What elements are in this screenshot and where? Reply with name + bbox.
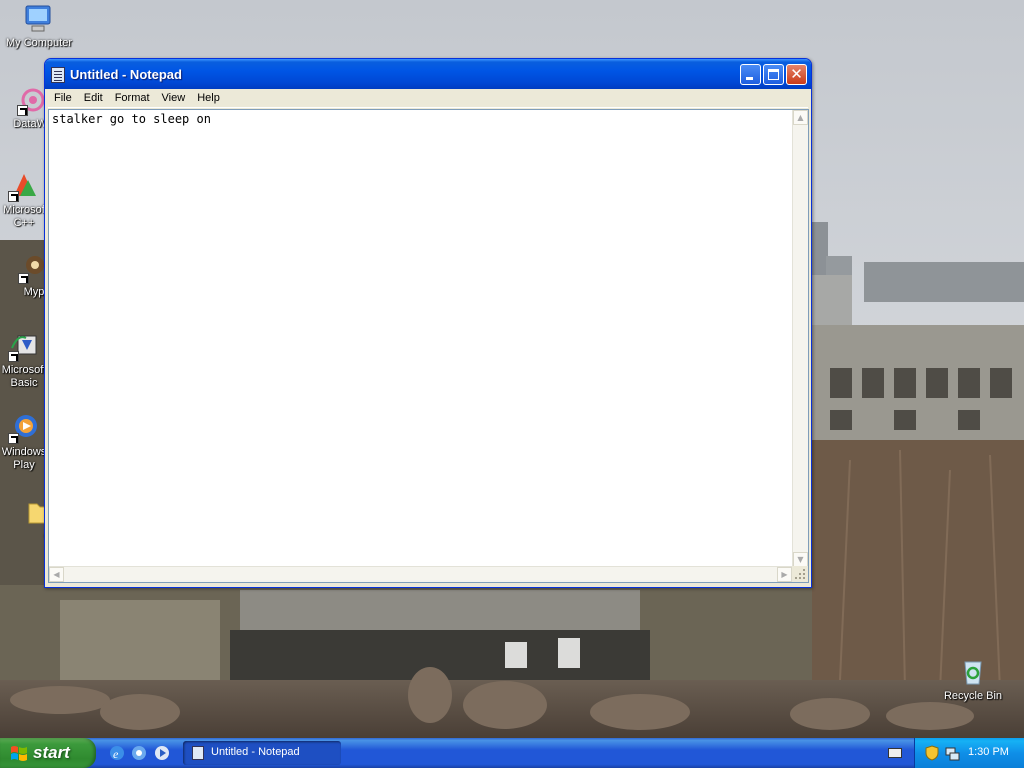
editor-content[interactable]: stalker go to sleep on bbox=[52, 112, 211, 126]
text-editor[interactable]: stalker go to sleep on ▲ ▼ ◀ ▶ bbox=[48, 109, 809, 583]
shortcut-arrow-icon bbox=[17, 105, 28, 116]
scroll-up-button[interactable]: ▲ bbox=[793, 110, 808, 125]
scroll-left-button[interactable]: ◀ bbox=[49, 567, 64, 582]
minimize-icon bbox=[746, 77, 753, 80]
desktop-icon-my-computer[interactable]: My Computer bbox=[2, 3, 76, 50]
shortcut-arrow-icon bbox=[18, 273, 29, 284]
system-tray: 1:30 PM bbox=[914, 738, 1024, 768]
maximize-button[interactable] bbox=[763, 64, 784, 85]
desktop-icon-label: Recycle Bin bbox=[943, 690, 1003, 702]
security-shield-icon[interactable] bbox=[924, 745, 940, 761]
menu-help[interactable]: Help bbox=[191, 90, 226, 107]
media-player-icon[interactable] bbox=[153, 744, 171, 762]
menu-view[interactable]: View bbox=[156, 90, 192, 107]
title-bar[interactable]: Untitled - Notepad ✕ bbox=[45, 59, 811, 89]
size-grip[interactable] bbox=[792, 566, 808, 582]
menu-bar: File Edit Format View Help bbox=[48, 89, 808, 108]
menu-edit[interactable]: Edit bbox=[78, 90, 109, 107]
window-title: Untitled - Notepad bbox=[70, 67, 182, 82]
vertical-scrollbar[interactable]: ▲ ▼ bbox=[792, 110, 808, 567]
horizontal-scrollbar[interactable]: ◀ ▶ bbox=[49, 566, 792, 582]
taskbar-button-notepad[interactable]: Untitled - Notepad bbox=[183, 741, 341, 765]
recycle-bin-icon bbox=[957, 656, 989, 688]
network-icon[interactable] bbox=[944, 745, 960, 761]
clock[interactable]: 1:30 PM bbox=[968, 746, 1009, 758]
start-button[interactable]: start bbox=[0, 738, 96, 768]
menu-format[interactable]: Format bbox=[109, 90, 156, 107]
outlook-express-icon[interactable] bbox=[130, 744, 148, 762]
taskbar-button-label: Untitled - Notepad bbox=[211, 746, 300, 758]
visual-basic-icon bbox=[8, 330, 40, 362]
shortcut-arrow-icon bbox=[8, 433, 19, 444]
menu-file[interactable]: File bbox=[48, 90, 78, 107]
desktop-icon-label: My Computer bbox=[5, 37, 73, 49]
windows-logo-icon bbox=[11, 746, 27, 761]
internet-explorer-icon[interactable]: e bbox=[108, 744, 126, 762]
start-label: start bbox=[33, 743, 70, 762]
close-icon: ✕ bbox=[790, 65, 803, 83]
shortcut-arrow-icon bbox=[8, 191, 19, 202]
desktop-icon-recycle-bin[interactable]: Recycle Bin bbox=[936, 656, 1010, 703]
my-computer-icon bbox=[23, 3, 55, 35]
keyboard-icon[interactable] bbox=[888, 748, 902, 758]
taskbar: start e Untitled - Notepad 1:30 PM bbox=[0, 738, 1024, 768]
notepad-window[interactable]: Untitled - Notepad ✕ File Edit Format Vi… bbox=[44, 58, 812, 588]
visual-cpp-icon bbox=[8, 170, 40, 202]
shortcut-arrow-icon bbox=[8, 351, 19, 362]
maximize-icon bbox=[768, 69, 779, 80]
minimize-button[interactable] bbox=[740, 64, 761, 85]
notepad-icon bbox=[192, 746, 204, 760]
notepad-icon bbox=[51, 67, 65, 83]
scroll-right-button[interactable]: ▶ bbox=[777, 567, 792, 582]
scroll-down-button[interactable]: ▼ bbox=[793, 552, 808, 567]
close-button[interactable]: ✕ bbox=[786, 64, 807, 85]
media-player-icon bbox=[8, 412, 40, 444]
svg-text:e: e bbox=[113, 747, 119, 761]
